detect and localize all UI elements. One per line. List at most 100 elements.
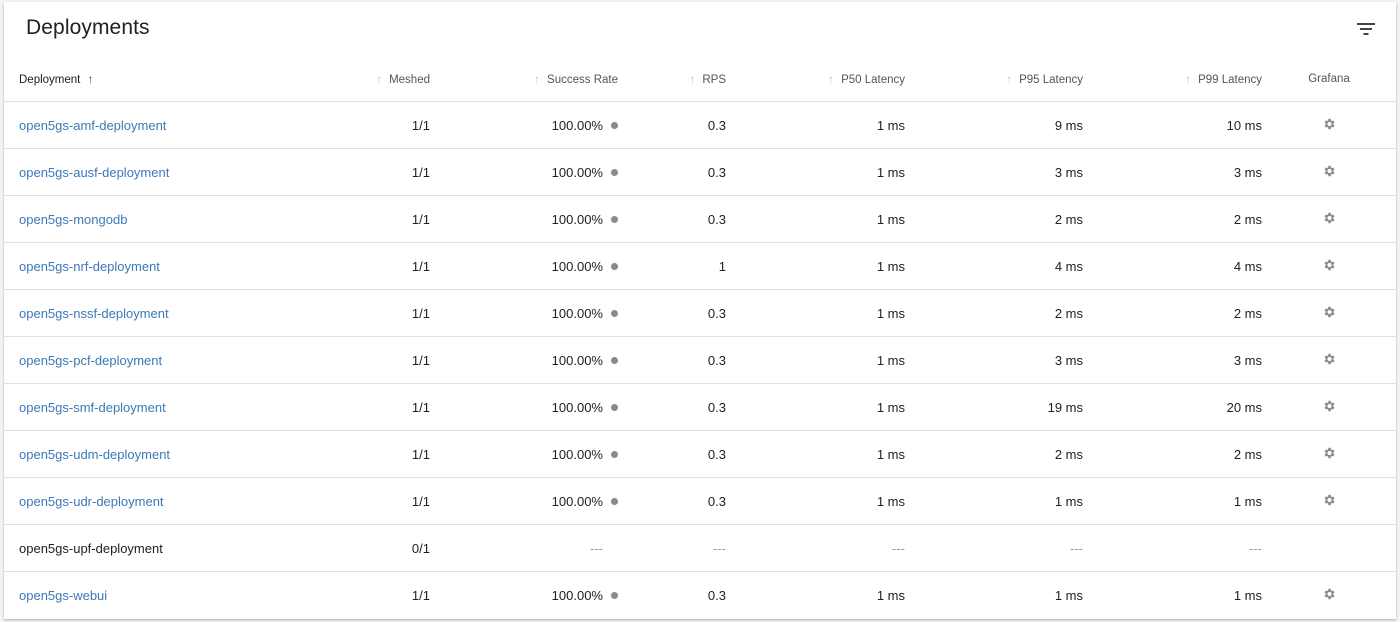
cell-p50: 1 ms <box>726 289 905 337</box>
grafana-icon[interactable] <box>1322 493 1336 510</box>
cell-rps: 1 <box>618 242 726 290</box>
col-header-meshed[interactable]: ↑ Meshed <box>304 56 430 102</box>
deployment-link[interactable]: open5gs-nssf-deployment <box>19 306 169 321</box>
deployment-link[interactable]: open5gs-smf-deployment <box>19 400 166 415</box>
deployment-link[interactable]: open5gs-pcf-deployment <box>19 353 162 368</box>
cell-p50: 1 ms <box>726 242 905 290</box>
deployment-link[interactable]: open5gs-ausf-deployment <box>19 165 169 180</box>
success-rate-value: 100.00% <box>551 352 603 368</box>
table-row: open5gs-nssf-deployment 1/1 100.00% 0.3 1 ms… <box>4 289 1396 337</box>
meshed-value: 1/1 <box>411 399 430 415</box>
p99-latency-value: 3 ms <box>1233 164 1262 180</box>
deployment-link[interactable]: open5gs-amf-deployment <box>19 118 166 133</box>
cell-success-rate: 100.00% <box>430 242 618 290</box>
p50-latency-value: 1 ms <box>876 117 905 133</box>
deployment-link[interactable]: open5gs-udm-deployment <box>19 447 170 462</box>
rps-value: 0.3 <box>707 211 726 227</box>
p95-latency-value: 2 ms <box>1054 211 1083 227</box>
grafana-icon[interactable] <box>1322 352 1336 369</box>
success-rate-value: 100.00% <box>551 117 603 133</box>
p99-latency-value: 2 ms <box>1233 211 1262 227</box>
meshed-value: 1/1 <box>411 305 430 321</box>
table-row: open5gs-nrf-deployment 1/1 100.00% 1 1 ms 4 m… <box>4 242 1396 290</box>
cell-meshed: 1/1 <box>304 572 430 619</box>
grafana-icon[interactable] <box>1322 446 1336 463</box>
status-dot-icon <box>611 215 618 223</box>
col-header-p99-latency[interactable]: ↑ P99 Latency <box>1083 56 1262 102</box>
cell-p50: 1 ms <box>726 101 905 149</box>
cell-p99: 3 ms <box>1083 336 1262 384</box>
sort-icon: ↑ <box>534 71 541 86</box>
meshed-value: 0/1 <box>411 540 430 556</box>
p99-latency-value: 4 ms <box>1233 258 1262 274</box>
filter-list-icon[interactable] <box>1356 21 1376 37</box>
col-header-success-rate[interactable]: ↑ Success Rate <box>430 56 618 102</box>
table-row: open5gs-ausf-deployment 1/1 100.00% 0.3 1 ms… <box>4 148 1396 196</box>
cell-meshed: 1/1 <box>304 477 430 525</box>
cell-p50: 1 ms <box>726 336 905 384</box>
table-row: open5gs-smf-deployment 1/1 100.00% 0.3 1 ms 1… <box>4 383 1396 431</box>
p50-latency-value: 1 ms <box>876 305 905 321</box>
sort-icon: ↑ <box>689 71 696 86</box>
cell-meshed: 1/1 <box>304 430 430 478</box>
rps-value: 0.3 <box>707 399 726 415</box>
deployment-link[interactable]: open5gs-mongodb <box>19 212 127 227</box>
cell-rps: 0.3 <box>618 477 726 525</box>
table-row: open5gs-upf-deployment 0/1 --- --- --- --- --- <box>4 524 1396 572</box>
success-rate-value: 100.00% <box>551 164 603 180</box>
deployment-link[interactable]: open5gs-nrf-deployment <box>19 259 160 274</box>
deployment-link[interactable]: open5gs-webui <box>19 588 107 603</box>
deployment-link[interactable]: open5gs-udr-deployment <box>19 494 164 509</box>
p50-latency-value: 1 ms <box>876 587 905 603</box>
p50-latency-value: 1 ms <box>876 446 905 462</box>
meshed-value: 1/1 <box>411 258 430 274</box>
cell-p99: 10 ms <box>1083 101 1262 149</box>
grafana-icon[interactable] <box>1322 587 1336 604</box>
cell-rps: 0.3 <box>618 572 726 619</box>
col-header-p50-latency[interactable]: ↑ P50 Latency <box>726 56 905 102</box>
col-header-p95-latency[interactable]: ↑ P95 Latency <box>905 56 1083 102</box>
p95-latency-value: 1 ms <box>1054 587 1083 603</box>
cell-success-rate: 100.00% <box>430 336 618 384</box>
grafana-icon[interactable] <box>1322 211 1336 228</box>
meshed-value: 1/1 <box>411 587 430 603</box>
card-toolbar: Deployments <box>4 2 1396 56</box>
col-header-deployment[interactable]: Deployment ↑ <box>4 56 304 102</box>
meshed-value: 1/1 <box>411 493 430 509</box>
status-dot-icon <box>611 262 618 270</box>
cell-rps: 0.3 <box>618 148 726 196</box>
sort-asc-icon[interactable]: ↑ <box>83 72 97 86</box>
status-dot-icon <box>611 121 618 129</box>
cell-deployment: open5gs-mongodb <box>4 195 304 243</box>
rps-value: 0.3 <box>707 493 726 509</box>
cell-grafana <box>1262 195 1396 243</box>
cell-p95: 3 ms <box>905 336 1083 384</box>
table-row: open5gs-udm-deployment 1/1 100.00% 0.3 1 ms 2… <box>4 430 1396 478</box>
grafana-icon[interactable] <box>1322 164 1336 181</box>
status-dot-icon <box>611 309 618 317</box>
meshed-value: 1/1 <box>411 211 430 227</box>
cell-grafana <box>1262 336 1396 384</box>
status-dot-icon <box>611 168 618 176</box>
grafana-icon[interactable] <box>1322 117 1336 134</box>
cell-success-rate: 100.00% <box>430 572 618 619</box>
success-rate-value: 100.00% <box>551 211 603 227</box>
success-rate-value: 100.00% <box>551 399 603 415</box>
col-header-rps[interactable]: ↑ RPS <box>618 56 726 102</box>
p95-latency-value: 3 ms <box>1054 352 1083 368</box>
table-row: open5gs-udr-deployment 1/1 100.00% 0.3 1 ms 1… <box>4 477 1396 525</box>
cell-deployment: open5gs-udr-deployment <box>4 477 304 525</box>
grafana-icon[interactable] <box>1322 258 1336 275</box>
status-dot-icon <box>611 356 618 364</box>
cell-success-rate: 100.00% <box>430 148 618 196</box>
grafana-icon[interactable] <box>1322 305 1336 322</box>
deployments-table: Deployment ↑ ↑ Meshed ↑ Success Rate ↑ RPS ↑… <box>4 56 1396 618</box>
cell-rps: 0.3 <box>618 101 726 149</box>
cell-deployment: open5gs-nssf-deployment <box>4 289 304 337</box>
p50-latency-value: 1 ms <box>876 493 905 509</box>
cell-meshed: 1/1 <box>304 101 430 149</box>
grafana-icon[interactable] <box>1322 399 1336 416</box>
table-row: open5gs-webui 1/1 100.00% 0.3 1 ms 1 ms 1 ms <box>4 572 1396 619</box>
rps-value: 0.3 <box>707 352 726 368</box>
cell-deployment: open5gs-upf-deployment <box>4 524 304 572</box>
